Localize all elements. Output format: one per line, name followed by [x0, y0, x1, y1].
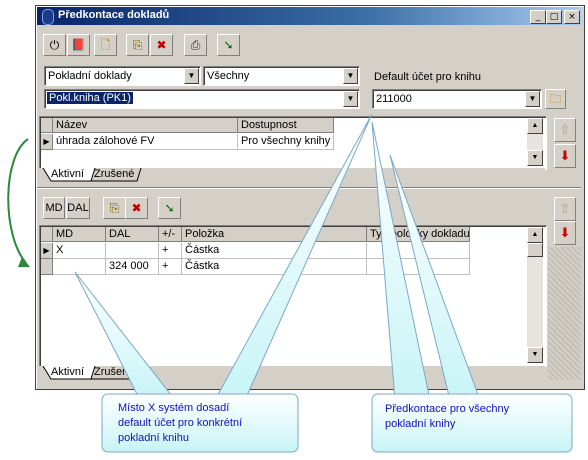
callout-line: default účet pro konkrétní: [118, 417, 243, 429]
callout-line: Místo X systém dosadí: [118, 402, 230, 414]
callout-line: pokladní knihu: [118, 432, 189, 444]
callout-all-books: Předkontace pro všechny pokladní knihy: [385, 402, 509, 432]
callout-line: pokladní knihy: [385, 418, 456, 430]
callout-default-account: Místo X systém dosadí default účet pro k…: [118, 401, 242, 446]
callout-line: Předkontace pro všechny: [385, 403, 510, 415]
callout-overlay: [74, 113, 573, 453]
